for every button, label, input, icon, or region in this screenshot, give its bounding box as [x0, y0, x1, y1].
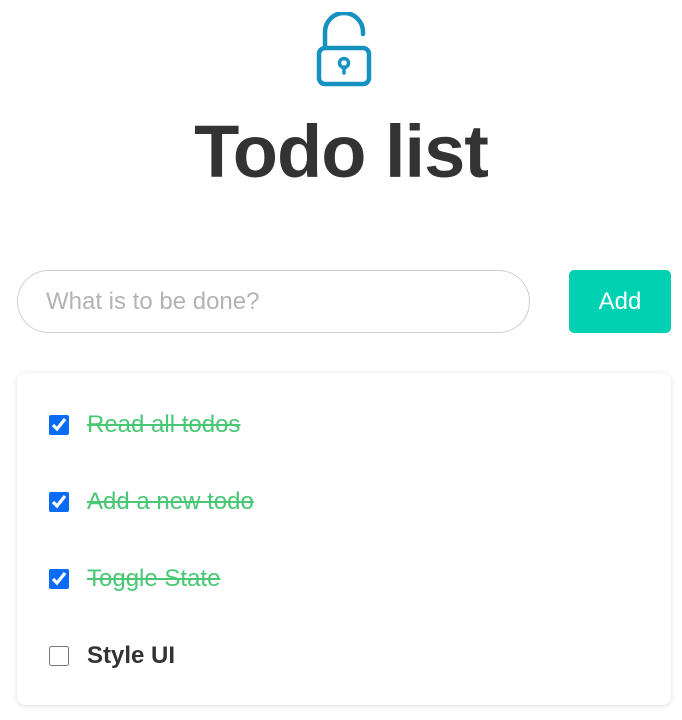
todo-label[interactable]: Read all todos: [87, 411, 240, 439]
todo-item-read-all-todos[interactable]: Read all todos: [17, 405, 671, 445]
todo-label[interactable]: Add a new todo: [87, 488, 254, 516]
page-title: Todo list: [194, 110, 489, 193]
unlocked-padlock-icon: [316, 12, 372, 87]
todo-checkbox[interactable]: [49, 646, 69, 666]
todo-item-toggle-state[interactable]: Toggle State: [17, 559, 671, 599]
todo-label[interactable]: Style UI: [87, 642, 175, 670]
todo-checkbox[interactable]: [49, 492, 69, 512]
todo-label[interactable]: Toggle State: [87, 565, 220, 593]
todo-checkbox[interactable]: [49, 569, 69, 589]
new-todo-input[interactable]: [17, 270, 530, 333]
todo-app: Todo list Add Read all todos Add a new t…: [0, 0, 682, 720]
todo-item-add-a-new-todo[interactable]: Add a new todo: [17, 482, 671, 522]
todo-checkbox[interactable]: [49, 415, 69, 435]
todo-list: Read all todos Add a new todo Toggle Sta…: [17, 373, 671, 705]
todo-item-style-ui[interactable]: Style UI: [17, 636, 671, 676]
add-todo-button[interactable]: Add: [569, 270, 671, 333]
